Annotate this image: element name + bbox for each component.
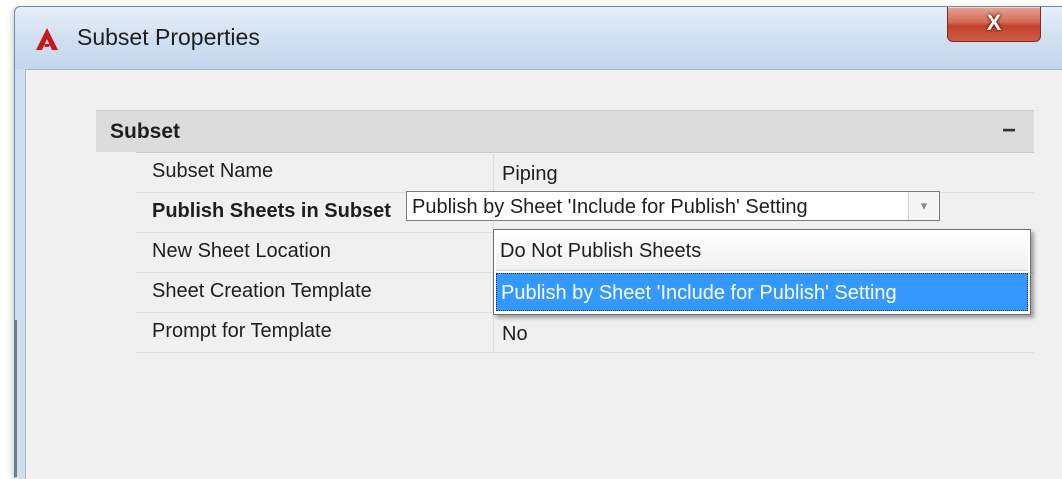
close-icon: X (986, 10, 1002, 35)
chevron-down-icon[interactable]: ▾ (908, 192, 939, 220)
option-label: Do Not Publish Sheets (500, 240, 702, 262)
autocad-a-icon (36, 28, 58, 50)
option-label: Publish by Sheet 'Include for Publish' S… (501, 282, 897, 304)
publish-sheets-dropdown-list: Do Not Publish Sheets Publish by Sheet '… (493, 229, 1031, 315)
property-name: Sheet Creation Template (152, 280, 372, 302)
property-value: Piping (502, 163, 558, 185)
column-divider (493, 152, 494, 192)
window-edge (14, 320, 17, 477)
grid-gutter (96, 152, 136, 352)
combobox-value: Publish by Sheet 'Include for Publish' S… (412, 196, 808, 218)
property-value: No (502, 323, 528, 345)
property-row-prompt-for-template[interactable]: Prompt for Template No (136, 312, 1034, 353)
collapse-button[interactable]: − (994, 117, 1024, 145)
property-name: Publish Sheets in Subset (152, 200, 391, 222)
close-button[interactable]: X (947, 7, 1041, 42)
publish-sheets-combobox[interactable]: Publish by Sheet 'Include for Publish' S… (406, 191, 940, 221)
category-row-subset[interactable]: Subset − (96, 110, 1034, 153)
title-bar[interactable]: Subset Properties X (15, 7, 1062, 69)
column-divider (493, 312, 494, 352)
dropdown-option-publish-by-sheet[interactable]: Publish by Sheet 'Include for Publish' S… (496, 273, 1028, 311)
property-name: Prompt for Template (152, 320, 332, 342)
window-title: Subset Properties (77, 24, 260, 50)
property-row-subset-name[interactable]: Subset Name Piping (136, 152, 1034, 193)
property-name: Subset Name (152, 160, 274, 182)
dropdown-option-do-not-publish[interactable]: Do Not Publish Sheets (496, 232, 1028, 271)
property-name: New Sheet Location (152, 240, 332, 262)
category-label: Subset (110, 120, 181, 143)
